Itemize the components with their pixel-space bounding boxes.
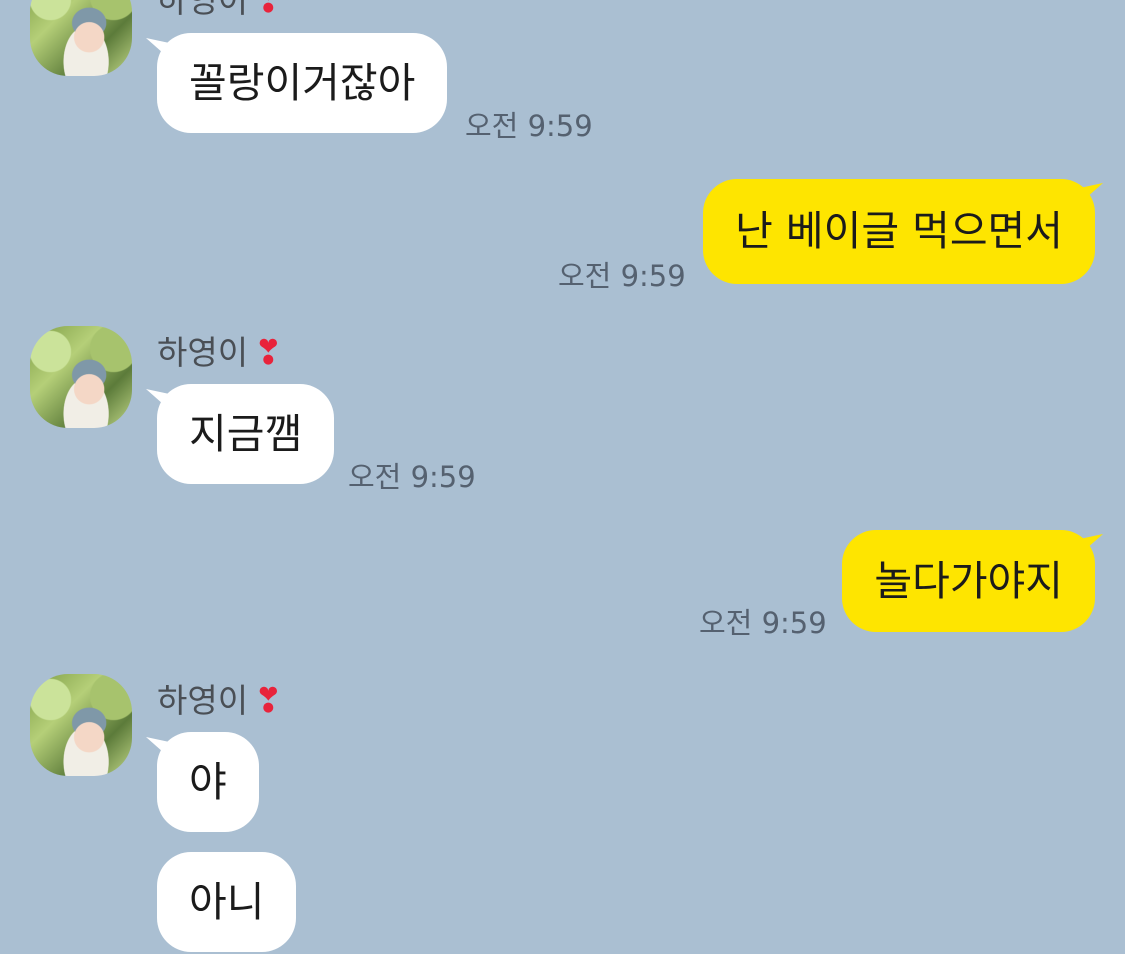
sender-name-text: 하영이 (157, 681, 249, 720)
message-bubble-incoming[interactable]: 지금깸 (157, 384, 335, 484)
avatar[interactable] (30, 674, 132, 776)
message-time: 오전 9:59 (699, 606, 827, 640)
avatar[interactable] (30, 326, 132, 428)
message-text: 놀다가야지 (874, 557, 1063, 605)
heart-icon: ❣ (254, 333, 283, 373)
message-bubble-incoming[interactable]: 야 (157, 732, 259, 832)
sender-name: 하영이 ❣ (157, 0, 283, 22)
message-text: 꼴랑이거잖아 (189, 59, 416, 107)
message-bubble-incoming[interactable]: 꼴랑이거잖아 (157, 33, 448, 133)
message-bubble-outgoing[interactable]: 난 베이글 먹으면서 (703, 179, 1095, 284)
heart-icon: ❣ (254, 0, 283, 21)
message-text: 야 (189, 758, 227, 806)
sender-name-text: 하영이 (157, 333, 249, 372)
message-text: 아니 (189, 878, 265, 926)
message-time: 오전 9:59 (558, 259, 686, 293)
avatar[interactable] (30, 0, 132, 76)
message-text: 지금깸 (189, 410, 303, 458)
message-time: 오전 9:59 (348, 460, 476, 494)
message-time: 오전 9:59 (465, 109, 593, 143)
message-bubble-outgoing[interactable]: 놀다가야지 (842, 530, 1095, 632)
sender-name-text: 하영이 (157, 0, 249, 20)
sender-name: 하영이 ❣ (157, 674, 283, 722)
message-bubble-incoming[interactable]: 아니 (157, 852, 297, 952)
sender-name: 하영이 ❣ (157, 326, 283, 374)
message-text: 난 베이글 먹으면서 (735, 207, 1063, 255)
heart-icon: ❣ (254, 681, 283, 721)
